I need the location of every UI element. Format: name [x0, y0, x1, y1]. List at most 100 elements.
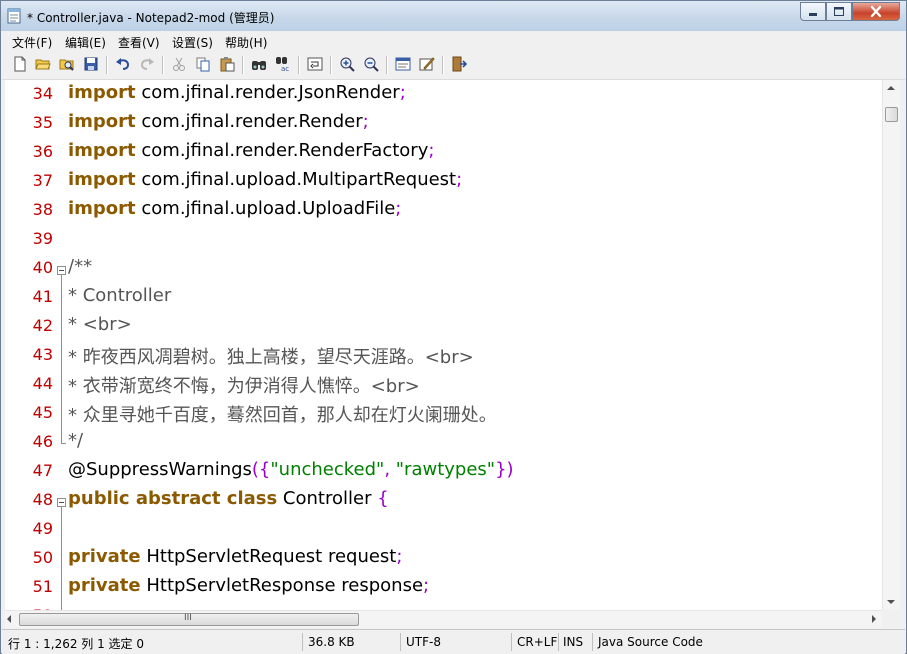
maximize-button[interactable]	[826, 2, 852, 21]
menu-view[interactable]: 查看(V)	[118, 34, 160, 51]
scroll-up-icon[interactable]	[887, 86, 895, 90]
replace-icon[interactable]: ac	[275, 56, 291, 72]
fold-toggle-icon[interactable]	[57, 498, 66, 507]
code-token: ;	[362, 111, 369, 132]
code-token: @SuppressWarnings	[68, 459, 252, 480]
line-number: 49	[32, 519, 53, 538]
menu-help[interactable]: 帮助(H)	[225, 34, 267, 51]
fold-guide	[61, 507, 62, 610]
open-file-icon[interactable]	[35, 56, 51, 72]
menu-bar: 文件(F) 编辑(E) 查看(V) 设置(S) 帮助(H)	[2, 31, 905, 52]
line-number: 40	[32, 258, 53, 277]
code-token: * 众里寻她千百度，蓦然回首，那人却在灯火阑珊处。	[68, 405, 497, 426]
code-token: HttpServletRequest request	[140, 546, 397, 567]
code-token: private	[68, 546, 141, 567]
line-number: 36	[32, 142, 53, 161]
code-token: com.jfinal.render.Render	[135, 111, 363, 132]
code-line[interactable]: * 昨夜西风凋碧树。独上高楼，望尽天涯路。<br>	[68, 343, 474, 369]
find-icon[interactable]	[251, 56, 267, 72]
window-title: * Controller.java - Notepad2-mod (管理员)	[27, 11, 275, 25]
new-file-icon[interactable]	[12, 56, 28, 72]
code-line[interactable]: public abstract class Controller {	[68, 488, 389, 509]
minimize-button[interactable]	[800, 2, 826, 21]
code-line[interactable]: /**	[68, 256, 92, 277]
code-line[interactable]: * 众里寻她千百度，蓦然回首，那人却在灯火阑珊处。	[68, 401, 497, 427]
code-line[interactable]: import com.jfinal.render.Render;	[68, 111, 369, 132]
app-window: * Controller.java - Notepad2-mod (管理员) 文…	[0, 0, 907, 654]
code-line[interactable]: @SuppressWarnings({"unchecked", "rawtype…	[68, 459, 514, 480]
code-token: {	[377, 488, 389, 509]
minimize-icon	[809, 13, 817, 16]
code-token: "unchecked"	[270, 459, 385, 480]
code-line[interactable]: import com.jfinal.render.JsonRender;	[68, 82, 406, 103]
code-line[interactable]: */	[68, 430, 83, 451]
browse-icon[interactable]	[59, 56, 75, 72]
line-number: 37	[32, 171, 53, 190]
code-token: com.jfinal.render.RenderFactory	[135, 140, 429, 161]
line-number: 45	[32, 403, 53, 422]
close-button[interactable]	[852, 2, 900, 21]
zoom-in-icon[interactable]	[339, 56, 355, 72]
code-token: ;	[399, 82, 406, 103]
status-eol[interactable]: CR+LF	[517, 635, 557, 649]
code-token: import	[68, 82, 136, 103]
code-line[interactable]: * <br>	[68, 314, 132, 335]
scroll-down-icon[interactable]	[887, 600, 895, 604]
line-number: 46	[32, 432, 53, 451]
code-token: ;	[423, 575, 430, 596]
code-token: public abstract class	[68, 488, 278, 509]
title-bar[interactable]: * Controller.java - Notepad2-mod (管理员)	[1, 1, 906, 31]
vertical-scrollbar[interactable]	[882, 80, 900, 610]
vertical-scroll-thumb[interactable]	[885, 107, 898, 122]
menu-settings[interactable]: 设置(S)	[172, 34, 213, 51]
horizontal-scroll-thumb[interactable]: III	[19, 613, 359, 626]
customize-scheme-icon[interactable]	[419, 56, 435, 72]
code-token: })	[495, 459, 514, 480]
exit-icon[interactable]	[451, 56, 467, 72]
horizontal-scrollbar[interactable]: III	[5, 610, 882, 628]
line-number: 35	[32, 113, 53, 132]
word-wrap-icon[interactable]	[307, 56, 323, 72]
view-scheme-icon[interactable]	[395, 56, 411, 72]
code-line[interactable]: import com.jfinal.render.RenderFactory;	[68, 140, 434, 161]
scroll-left-icon[interactable]	[7, 615, 11, 623]
line-number: 47	[32, 461, 53, 480]
cut-icon[interactable]	[171, 56, 187, 72]
code-line[interactable]: import com.jfinal.upload.MultipartReques…	[68, 169, 462, 190]
zoom-out-icon[interactable]	[363, 56, 379, 72]
code-token: import	[68, 111, 136, 132]
line-number: 41	[32, 287, 53, 306]
code-line[interactable]: import com.jfinal.upload.UploadFile;	[68, 198, 401, 219]
menu-edit[interactable]: 编辑(E)	[65, 34, 106, 51]
close-icon	[870, 5, 882, 18]
code-token: Controller	[277, 488, 378, 509]
fold-end	[61, 443, 66, 444]
save-icon[interactable]	[83, 56, 99, 72]
paste-icon[interactable]	[219, 56, 235, 72]
code-line[interactable]: * 衣带渐宽终不悔，为伊消得人憔悴。<br>	[68, 372, 420, 398]
status-scheme[interactable]: Java Source Code	[598, 635, 703, 649]
status-size: 36.8 KB	[308, 635, 355, 649]
copy-icon[interactable]	[195, 56, 211, 72]
code-token: HttpServletResponse response	[140, 575, 424, 596]
code-editor[interactable]: 34353637383940414243444546474849505152 i…	[5, 80, 882, 610]
scroll-right-icon[interactable]	[872, 615, 876, 623]
status-encoding[interactable]: UTF-8	[406, 635, 441, 649]
line-number-gutter[interactable]: 34353637383940414243444546474849505152	[5, 80, 55, 610]
redo-icon[interactable]	[139, 56, 155, 72]
code-token: com.jfinal.upload.MultipartRequest	[135, 169, 457, 190]
code-token: /**	[68, 256, 93, 277]
code-line[interactable]: private HttpServletResponse response;	[68, 575, 429, 596]
code-line[interactable]: * Controller	[68, 285, 171, 306]
code-token: * <br>	[68, 314, 132, 335]
line-number: 38	[32, 200, 53, 219]
scrollbar-corner	[882, 610, 899, 628]
code-line[interactable]: private HttpServletRequest request;	[68, 546, 402, 567]
menu-file[interactable]: 文件(F)	[12, 34, 52, 51]
maximize-icon	[834, 7, 844, 16]
fold-toggle-icon[interactable]	[57, 266, 66, 275]
status-mode[interactable]: INS	[563, 635, 583, 649]
code-token: "rawtypes"	[395, 459, 496, 480]
undo-icon[interactable]	[115, 56, 131, 72]
notepad-icon	[7, 8, 21, 24]
